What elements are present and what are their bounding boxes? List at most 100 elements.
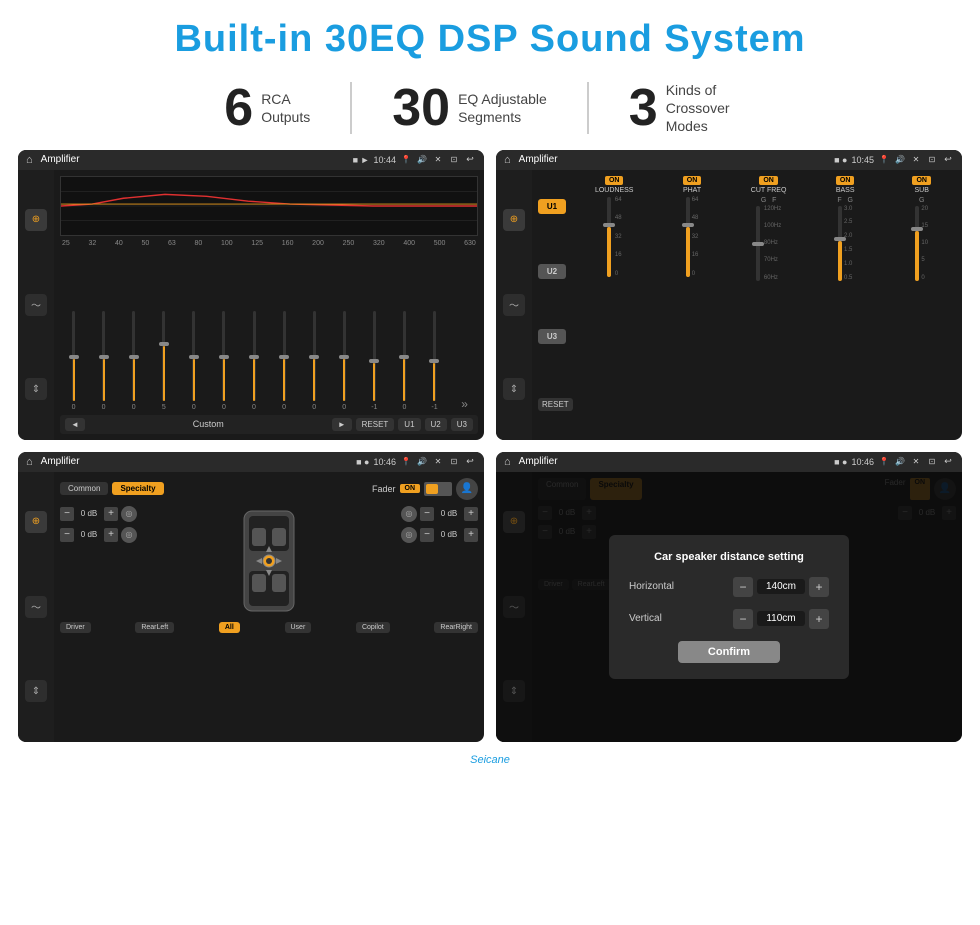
slider-handle-4[interactable] bbox=[159, 342, 169, 346]
phat-slider[interactable] bbox=[686, 197, 690, 277]
eq-u2-btn[interactable]: U2 bbox=[425, 418, 447, 431]
eq-prev-btn[interactable]: ◄ bbox=[65, 418, 85, 431]
home-icon-3[interactable] bbox=[26, 456, 33, 468]
slider-handle-5[interactable] bbox=[189, 355, 199, 359]
user-icon-3[interactable]: 👤 bbox=[456, 478, 478, 500]
phat-handle[interactable] bbox=[682, 223, 694, 227]
x-icon-2: ✕ bbox=[910, 154, 922, 166]
specialty-tab[interactable]: Specialty bbox=[112, 482, 163, 495]
amp-reset-btn[interactable]: RESET bbox=[538, 398, 573, 411]
horizontal-plus[interactable]: + bbox=[809, 577, 829, 597]
topbar-icons-2: 📍 🔊 ✕ ⊡ bbox=[878, 154, 954, 166]
fader-on-badge[interactable]: ON bbox=[400, 484, 421, 493]
cutfreq-on[interactable]: ON bbox=[759, 176, 778, 185]
topbar-3: Amplifier ■ ● 10:46 📍 🔊 ✕ ⊡ bbox=[18, 452, 484, 472]
home-icon-2[interactable] bbox=[504, 154, 511, 166]
slider-track-8[interactable] bbox=[283, 311, 286, 401]
slider-handle-11[interactable] bbox=[369, 359, 379, 363]
slider-val-7: 0 bbox=[252, 404, 256, 411]
slider-track-3[interactable] bbox=[132, 311, 135, 401]
confirm-button[interactable]: Confirm bbox=[678, 641, 780, 663]
home-icon-1[interactable] bbox=[26, 154, 33, 166]
fader-sidebar-wave[interactable]: 〜 bbox=[25, 596, 47, 618]
rearright-btn[interactable]: RearRight bbox=[434, 622, 478, 633]
eq-next-btn[interactable]: ► bbox=[332, 418, 352, 431]
cutfreq-g-slider[interactable] bbox=[756, 206, 760, 281]
eq-sidebar-tune[interactable]: ⊕ bbox=[25, 209, 47, 231]
slider-track-11[interactable] bbox=[373, 311, 376, 401]
vertical-minus[interactable]: − bbox=[733, 609, 753, 629]
db-minus-1[interactable]: − bbox=[60, 507, 74, 521]
horizontal-minus[interactable]: − bbox=[733, 577, 753, 597]
eq-sidebar-arrows[interactable]: ⇕ bbox=[25, 378, 47, 400]
back-icon-3[interactable] bbox=[464, 456, 476, 468]
amp-sidebar-wave[interactable]: 〜 bbox=[503, 294, 525, 316]
slider-track-7[interactable] bbox=[253, 311, 256, 401]
sub-on[interactable]: ON bbox=[912, 176, 931, 185]
slider-track-10[interactable] bbox=[343, 311, 346, 401]
stat-crossover-number: 3 bbox=[629, 82, 658, 134]
slider-handle-13[interactable] bbox=[429, 359, 439, 363]
phat-on[interactable]: ON bbox=[683, 176, 702, 185]
slider-track-12[interactable] bbox=[403, 311, 406, 401]
db-plus-1[interactable]: + bbox=[104, 507, 118, 521]
bass-on[interactable]: ON bbox=[836, 176, 855, 185]
slider-track-13[interactable] bbox=[433, 311, 436, 401]
slider-handle-10[interactable] bbox=[339, 355, 349, 359]
common-tab[interactable]: Common bbox=[60, 482, 108, 495]
copilot-btn[interactable]: Copilot bbox=[356, 622, 390, 633]
screen-distance: Amplifier ■ ● 10:46 📍 🔊 ✕ ⊡ ⊕ 〜 ⇕ C bbox=[496, 452, 962, 742]
eq-reset-btn[interactable]: RESET bbox=[356, 418, 395, 431]
amp-sidebar-tune[interactable]: ⊕ bbox=[503, 209, 525, 231]
eq-sidebar-wave[interactable]: 〜 bbox=[25, 294, 47, 316]
db-minus-4[interactable]: − bbox=[420, 528, 434, 542]
slider-track-5[interactable] bbox=[192, 311, 195, 401]
db-minus-3[interactable]: − bbox=[420, 507, 434, 521]
user-btn[interactable]: User bbox=[285, 622, 312, 633]
loudness-handle[interactable] bbox=[603, 223, 615, 227]
loudness-on[interactable]: ON bbox=[605, 176, 624, 185]
slider-handle-6[interactable] bbox=[219, 355, 229, 359]
back-icon-2[interactable] bbox=[942, 154, 954, 166]
home-icon-4[interactable] bbox=[504, 456, 511, 468]
db-plus-2[interactable]: + bbox=[104, 528, 118, 542]
bass-slider[interactable] bbox=[838, 206, 842, 281]
amp-u3-btn[interactable]: U3 bbox=[538, 329, 566, 344]
slider-handle-7[interactable] bbox=[249, 355, 259, 359]
slider-handle-2[interactable] bbox=[99, 355, 109, 359]
slider-track-4[interactable] bbox=[162, 311, 165, 401]
driver-btn[interactable]: Driver bbox=[60, 622, 91, 633]
slider-handle-1[interactable] bbox=[69, 355, 79, 359]
slider-track-2[interactable] bbox=[102, 311, 105, 401]
slider-track-6[interactable] bbox=[222, 311, 225, 401]
db-plus-4[interactable]: + bbox=[464, 528, 478, 542]
slider-handle-12[interactable] bbox=[399, 355, 409, 359]
back-icon-4[interactable] bbox=[942, 456, 954, 468]
slider-track-9[interactable] bbox=[313, 311, 316, 401]
slider-handle-8[interactable] bbox=[279, 355, 289, 359]
stat-rca: 6 RCAOutputs bbox=[184, 82, 352, 134]
slider-handle-3[interactable] bbox=[129, 355, 139, 359]
eq-custom-label: Custom bbox=[89, 419, 328, 429]
back-icon-1[interactable] bbox=[464, 154, 476, 166]
amp-u1-btn[interactable]: U1 bbox=[538, 199, 566, 214]
loudness-slider[interactable] bbox=[607, 197, 611, 277]
cutfreq-g-handle[interactable] bbox=[752, 242, 764, 246]
sub-slider[interactable] bbox=[915, 206, 919, 281]
db-minus-2[interactable]: − bbox=[60, 528, 74, 542]
dist-body: ⊕ 〜 ⇕ Common Specialty Fader ON 👤 bbox=[496, 472, 962, 742]
eq-u3-btn[interactable]: U3 bbox=[451, 418, 473, 431]
all-btn[interactable]: All bbox=[219, 622, 240, 633]
rearleft-btn[interactable]: RearLeft bbox=[135, 622, 174, 633]
slider-track-1[interactable] bbox=[72, 311, 75, 401]
fader-sidebar-tune[interactable]: ⊕ bbox=[25, 511, 47, 533]
slider-handle-9[interactable] bbox=[309, 355, 319, 359]
amp-u2-btn[interactable]: U2 bbox=[538, 264, 566, 279]
amp-sidebar-arrows[interactable]: ⇕ bbox=[503, 378, 525, 400]
db-plus-3[interactable]: + bbox=[464, 507, 478, 521]
sub-handle[interactable] bbox=[911, 227, 923, 231]
fader-sidebar-arrows[interactable]: ⇕ bbox=[25, 680, 47, 702]
bass-handle[interactable] bbox=[834, 237, 846, 241]
eq-u1-btn[interactable]: U1 bbox=[398, 418, 420, 431]
vertical-plus[interactable]: + bbox=[809, 609, 829, 629]
